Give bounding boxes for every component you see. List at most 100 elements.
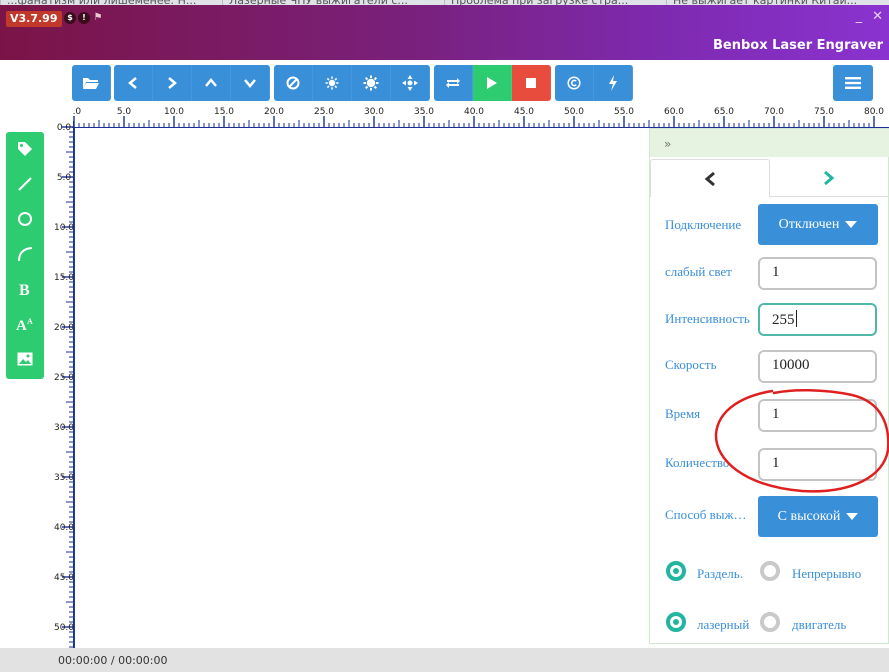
ruler-h-label: 15.0: [214, 107, 234, 117]
circle-tool[interactable]: [6, 204, 44, 234]
ruler-v-label: 40.0: [54, 523, 74, 533]
ruler-v-label: 35.0: [54, 473, 74, 483]
hamburger-menu-icon: [845, 77, 861, 89]
laser-radio[interactable]: [666, 612, 686, 632]
copyright-icon: [567, 76, 581, 90]
font-size-tool[interactable]: AA: [6, 309, 44, 339]
laser-off-button[interactable]: [274, 65, 313, 101]
chevron-left-icon: [704, 171, 715, 186]
tab-previous[interactable]: [650, 159, 770, 197]
version-icons: $ ! ⚑: [64, 12, 104, 24]
info-icon[interactable]: !: [78, 12, 90, 24]
copyright-button[interactable]: [555, 65, 594, 101]
open-file-button[interactable]: [72, 65, 111, 101]
ruler-h-label: 70.0: [764, 107, 784, 117]
close-icon[interactable]: ✕: [872, 9, 883, 24]
burn-mode-dropdown[interactable]: С высокой: [758, 496, 878, 537]
line-icon: [18, 177, 32, 191]
move-right-button[interactable]: [153, 65, 192, 101]
home-position-button[interactable]: [391, 65, 430, 101]
move-right-icon: [168, 77, 177, 89]
svg-text:A: A: [27, 317, 33, 326]
settings-panel: » Подключение Отключен слабый свет 1 Инт…: [649, 128, 889, 644]
tag-tool[interactable]: [6, 134, 44, 164]
ruler-v-label: 0.0: [57, 123, 72, 133]
minimize-icon[interactable]: _: [856, 9, 863, 24]
repeat-button[interactable]: [434, 65, 473, 101]
menu-button[interactable]: [833, 65, 873, 101]
vertical-ruler: 0.0 5.0 10.0 15.0 20.0 25.0 30.0 35.0 40.0 45.0 50…: [54, 121, 74, 649]
panel-collapse-toggle[interactable]: »: [650, 129, 889, 157]
ruler-h-label: 55.0: [614, 107, 634, 117]
window-controls: _ ✕: [856, 9, 883, 24]
count-label: Количество: [665, 455, 730, 470]
flash-button[interactable]: [594, 65, 633, 101]
image-tool[interactable]: [6, 344, 44, 374]
arc-tool[interactable]: [6, 239, 44, 269]
move-down-icon: [244, 79, 256, 88]
separate-radio[interactable]: [666, 561, 686, 581]
drawing-canvas[interactable]: [74, 128, 650, 648]
toolbar-laser-group: [274, 65, 430, 101]
intensity-input[interactable]: 255: [758, 303, 877, 336]
version-badge: V3.7.99: [6, 11, 62, 27]
time-label: Время: [665, 406, 701, 421]
dollar-icon[interactable]: $: [64, 12, 76, 24]
bold-text-icon: B: [19, 282, 30, 297]
bold-text-tool[interactable]: B: [6, 274, 44, 304]
play-icon: [487, 77, 497, 89]
ruler-v-label: 50.0: [54, 623, 74, 633]
image-icon: [17, 352, 33, 366]
ruler-h-label: 5.0: [117, 107, 132, 117]
stop-icon: [526, 78, 536, 88]
circle-icon: [18, 212, 32, 226]
caret-down-icon: [846, 513, 859, 520]
weak-light-label: слабый свет: [665, 264, 732, 279]
line-tool[interactable]: [6, 169, 44, 199]
speed-label: Скорость: [665, 357, 717, 372]
separate-radio-label: Раздель.: [697, 566, 743, 581]
ruler-h-label: 60.0: [664, 107, 684, 117]
motor-radio[interactable]: [760, 612, 780, 632]
svg-text:A: A: [16, 318, 27, 332]
repeat-icon: [446, 78, 460, 88]
burn-mode-value: С высокой: [777, 508, 841, 524]
svg-text:B: B: [19, 282, 30, 297]
toolbar-move-group: [114, 65, 270, 101]
ruler-h-label: 50.0: [564, 107, 584, 117]
start-button[interactable]: [473, 65, 512, 101]
arc-icon: [18, 247, 33, 262]
text-caret: [795, 310, 797, 327]
weak-light-input[interactable]: 1: [758, 257, 877, 290]
move-left-button[interactable]: [114, 65, 153, 101]
continuous-radio-label: Непрерывно: [792, 566, 862, 581]
chevron-right-icon: [824, 170, 835, 185]
time-input[interactable]: 1: [758, 399, 877, 432]
move-up-button[interactable]: [192, 65, 231, 101]
ruler-v-label: 45.0: [54, 573, 74, 583]
laser-strong-button[interactable]: [352, 65, 391, 101]
ruler-h-label: 0.0: [72, 107, 81, 117]
intensity-value: 255: [772, 312, 795, 328]
tool-palette: B AA: [6, 132, 44, 379]
speed-input[interactable]: 10000: [758, 350, 877, 383]
move-down-button[interactable]: [231, 65, 270, 101]
crosshair-icon: [402, 75, 418, 91]
continuous-radio[interactable]: [760, 561, 780, 581]
connection-dropdown[interactable]: Отключен: [758, 204, 878, 245]
elapsed-time: 00:00:00 / 00:00:00: [58, 654, 168, 667]
ruler-v-label: 20.0: [54, 323, 74, 333]
stop-button[interactable]: [512, 65, 551, 101]
move-up-icon: [205, 78, 217, 87]
tab-next[interactable]: [770, 159, 888, 197]
ruler-h-label: 10.0: [164, 107, 184, 117]
laser-weak-button[interactable]: [313, 65, 352, 101]
status-bar: 00:00:00 / 00:00:00: [0, 648, 889, 672]
flag-icon[interactable]: ⚑: [92, 12, 104, 24]
app-title: Benbox Laser Engraver: [712, 38, 883, 53]
count-input[interactable]: 1: [758, 448, 877, 481]
connection-value: Отключен: [778, 216, 840, 232]
ban-icon: [286, 76, 300, 90]
ruler-h-label: 35.0: [414, 107, 434, 117]
app-window: ...фанатизм или лишеменее: Н... Лазерные…: [0, 0, 889, 672]
